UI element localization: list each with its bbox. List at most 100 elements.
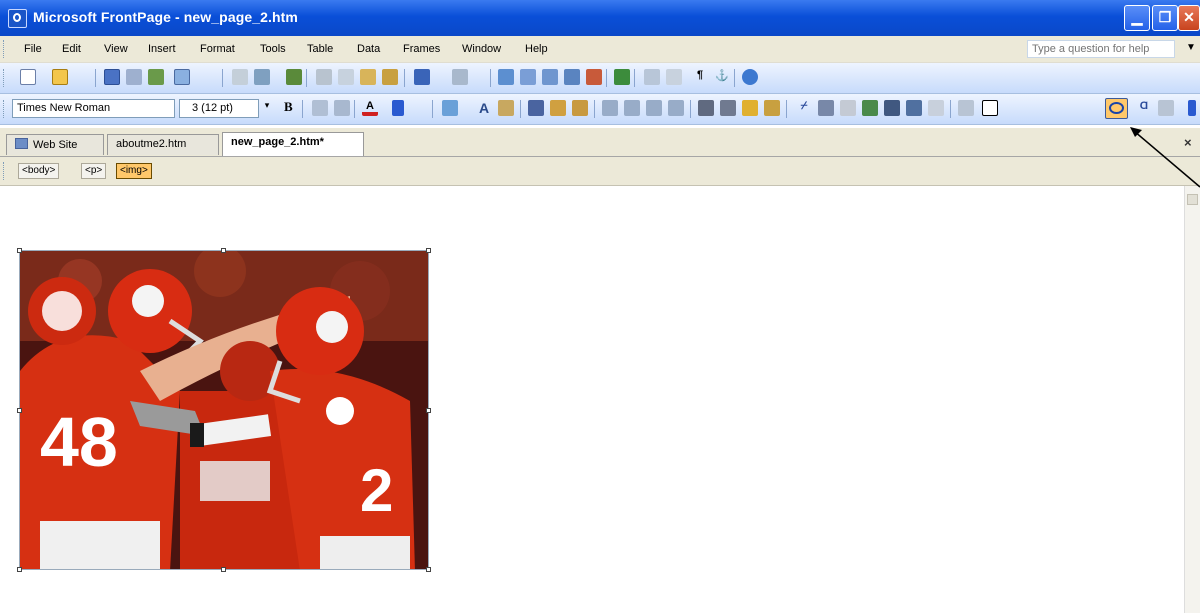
help-dropdown-arrow[interactable]: ▼ (1186, 42, 1196, 53)
menu-help[interactable]: Help (525, 43, 548, 55)
resample-icon[interactable] (928, 100, 944, 116)
line-style-icon[interactable] (818, 100, 834, 116)
resize-handle[interactable] (426, 567, 431, 572)
set-transparent-color-icon[interactable] (862, 100, 878, 116)
football-players-photo[interactable]: 48 2 (19, 250, 429, 570)
menu-data[interactable]: Data (357, 43, 380, 55)
menubar-grip[interactable] (3, 40, 7, 58)
help-question-input[interactable] (1028, 41, 1176, 57)
quick-tag-img[interactable]: <img> (116, 163, 152, 179)
resize-handle[interactable] (17, 408, 22, 413)
resize-handle[interactable] (426, 248, 431, 253)
polygonal-hotspot-icon[interactable]: Ɑ (1136, 100, 1152, 116)
resize-handle[interactable] (17, 248, 22, 253)
center-icon[interactable] (334, 100, 350, 116)
insert-picture-icon[interactable] (442, 100, 458, 116)
rotate-right-icon[interactable] (624, 100, 640, 116)
menu-table[interactable]: Table (307, 43, 333, 55)
search-icon[interactable] (126, 69, 142, 85)
print-icon[interactable] (232, 69, 248, 85)
color-icon[interactable] (884, 100, 900, 116)
quick-tag-p[interactable]: <p> (81, 163, 107, 179)
menu-view[interactable]: View (104, 43, 128, 55)
anchor-icon[interactable]: ⚓ (714, 69, 730, 85)
resize-handle[interactable] (221, 248, 226, 253)
drawing-icon[interactable] (586, 69, 602, 85)
toggle-pane-icon[interactable] (174, 69, 190, 85)
format-painter-icon[interactable] (382, 69, 398, 85)
insert-picture-icon[interactable] (564, 69, 580, 85)
flip-horizontal-icon[interactable] (646, 100, 662, 116)
menu-file[interactable]: File (24, 43, 42, 55)
cut-icon[interactable] (316, 69, 332, 85)
scroll-up-icon[interactable] (1187, 194, 1198, 205)
toolbar-grip[interactable] (3, 100, 7, 118)
restore-button[interactable]: ❐ (1152, 5, 1178, 31)
font-color-icon[interactable]: A (362, 100, 378, 116)
font-size-select[interactable]: 3 (12 pt) (179, 99, 259, 118)
tab-new-page-2[interactable]: new_page_2.htm* (222, 132, 364, 156)
insert-layer-icon[interactable] (542, 69, 558, 85)
select-icon[interactable] (958, 100, 974, 116)
print-preview-icon[interactable] (254, 69, 270, 85)
menu-edit[interactable]: Edit (62, 43, 81, 55)
text-icon[interactable]: A (476, 100, 492, 116)
highlight-hotspots-icon[interactable] (1158, 100, 1174, 116)
resize-handle[interactable] (426, 408, 431, 413)
more-brightness-icon[interactable] (742, 100, 758, 116)
circular-hotspot-button[interactable] (1105, 98, 1128, 119)
less-brightness-icon[interactable] (764, 100, 780, 116)
tab-web-site[interactable]: Web Site (6, 134, 104, 155)
size-dropdown-icon[interactable]: ▾ (262, 100, 272, 110)
frontpage-app-icon[interactable] (8, 9, 27, 28)
publish-icon[interactable] (148, 69, 164, 85)
toolbar-options-icon[interactable] (1188, 100, 1196, 116)
help-icon[interactable] (742, 69, 758, 85)
show-all-icon[interactable]: ¶ (692, 69, 708, 85)
hyperlink-icon[interactable] (614, 69, 630, 85)
quick-tag-body[interactable]: <body> (18, 163, 60, 179)
menu-window[interactable]: Window (462, 43, 501, 55)
resize-handle[interactable] (17, 567, 22, 572)
save-icon[interactable] (104, 69, 120, 85)
web-component-icon[interactable] (498, 69, 514, 85)
toolbar-grip[interactable] (3, 69, 7, 87)
copy-icon[interactable] (338, 69, 354, 85)
refresh-icon[interactable] (644, 69, 660, 85)
bold-button[interactable]: B (284, 99, 293, 115)
auto-thumbnail-icon[interactable] (498, 100, 514, 116)
more-contrast-icon[interactable] (698, 100, 714, 116)
redo-icon[interactable] (452, 69, 468, 85)
less-contrast-icon[interactable] (720, 100, 736, 116)
menu-insert[interactable]: Insert (148, 43, 176, 55)
position-absolutely-icon[interactable] (528, 100, 544, 116)
flip-vertical-icon[interactable] (668, 100, 684, 116)
quicktag-grip[interactable] (3, 162, 7, 180)
crop-icon[interactable]: ⌿ (796, 100, 812, 116)
close-button[interactable]: ✕ (1178, 5, 1200, 31)
send-backward-icon[interactable] (572, 100, 588, 116)
stop-icon[interactable] (666, 69, 682, 85)
menu-frames[interactable]: Frames (403, 43, 440, 55)
format-picture-icon[interactable] (840, 100, 856, 116)
tab-aboutme2[interactable]: aboutme2.htm (107, 134, 219, 155)
vertical-scrollbar[interactable] (1184, 186, 1200, 613)
resize-handle[interactable] (221, 567, 226, 572)
new-page-icon[interactable] (20, 69, 36, 85)
menu-format[interactable]: Format (200, 43, 235, 55)
spelling-icon[interactable] (286, 69, 302, 85)
help-question-box[interactable] (1027, 40, 1176, 58)
rotate-left-icon[interactable] (602, 100, 618, 116)
paste-icon[interactable] (360, 69, 376, 85)
font-select[interactable]: Times New Roman (12, 99, 175, 118)
bevel-icon[interactable] (906, 100, 922, 116)
menu-tools[interactable]: Tools (260, 43, 286, 55)
minimize-button[interactable]: ▁ (1124, 5, 1150, 31)
align-left-icon[interactable] (312, 100, 328, 116)
insert-table-icon[interactable] (520, 69, 536, 85)
bring-forward-icon[interactable] (550, 100, 566, 116)
rectangular-hotspot-icon[interactable] (982, 100, 998, 116)
undo-icon[interactable] (414, 69, 430, 85)
open-folder-icon[interactable] (52, 69, 68, 85)
toolbar-options-icon[interactable] (392, 100, 404, 116)
